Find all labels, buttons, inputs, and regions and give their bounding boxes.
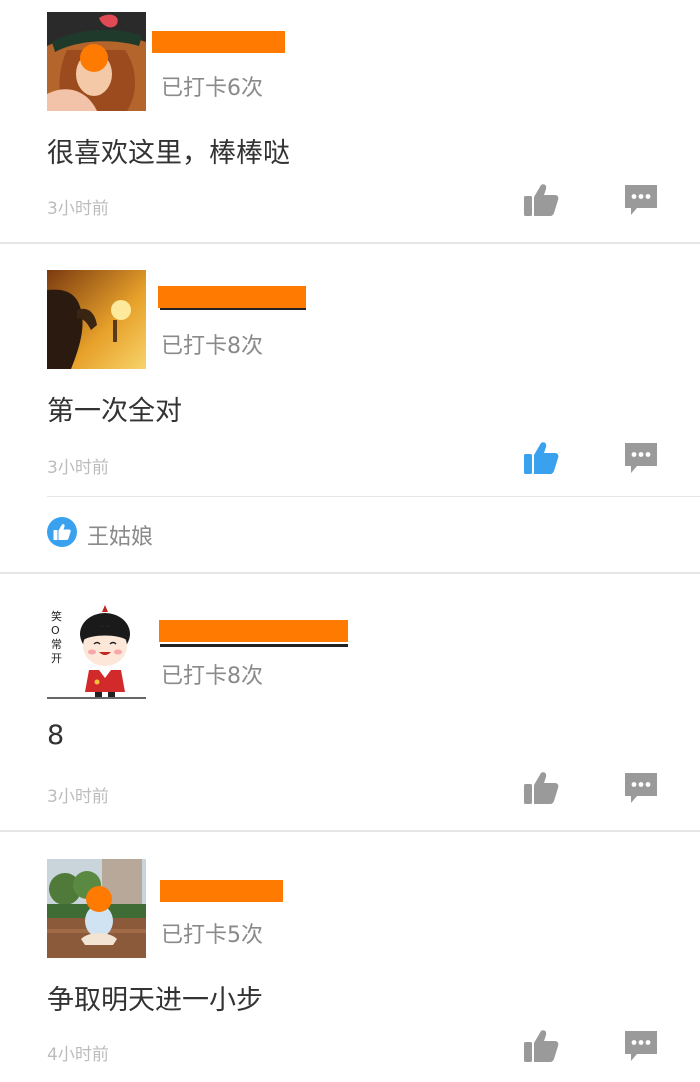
likes-divider [47,496,700,497]
svg-text:O: O [51,624,60,637]
post-1: 已打卡6次 很喜欢这里，棒棒哒 3小时前 [0,0,700,244]
thumbs-up-icon [524,772,559,804]
checkin-count: 已打卡5次 [161,923,263,948]
post-time: 3小时前 [47,199,109,219]
comment-bubble-icon [625,773,657,803]
svg-text:笑: 笑 [51,609,62,623]
comment-bubble-icon [625,185,657,215]
post-time: 3小时前 [47,787,109,807]
username-redacted[interactable] [152,31,285,53]
post-4: 已打卡5次 争取明天进一小步 4小时前 [0,832,700,1082]
thumbs-up-icon [524,442,559,474]
comment-button[interactable] [623,770,659,804]
post-time: 4小时前 [47,1045,109,1065]
post-3: 笑 O 常 开 已打卡8次 8 3小时前 [0,574,700,832]
avatar-child-field[interactable] [47,859,146,958]
thumbs-up-icon [524,1030,559,1062]
username-redacted[interactable] [160,880,283,902]
like-button[interactable] [523,183,559,217]
svg-text:开: 开 [51,652,62,665]
username-redacted[interactable] [159,620,348,642]
comment-bubble-icon [625,443,657,473]
avatar-girl-hat[interactable] [47,12,146,111]
post-content: 很喜欢这里，棒棒哒 [47,138,290,169]
comment-button[interactable] [623,182,659,216]
post-content: 第一次全对 [47,396,182,427]
checkin-count: 已打卡8次 [161,334,263,359]
post-2: 已打卡8次 第一次全对 3小时前 王姑娘 [0,244,700,574]
liked-badge-icon [47,517,77,547]
comment-button[interactable] [623,1028,659,1062]
checkin-count: 已打卡6次 [161,76,263,101]
checkin-count: 已打卡8次 [161,664,263,689]
post-time: 3小时前 [47,458,109,478]
like-button[interactable] [523,1029,559,1063]
liker-name[interactable]: 王姑娘 [87,519,153,551]
comment-bubble-icon [625,1031,657,1061]
comment-button[interactable] [623,440,659,474]
username-redacted[interactable] [158,286,306,308]
svg-text:常: 常 [51,638,62,651]
checkin-comment-feed: 已打卡6次 很喜欢这里，棒棒哒 3小时前 已打卡8次 第一次全对 3小时前 王姑… [0,0,700,1082]
like-button-active[interactable] [523,441,559,475]
post-content: 8 [47,720,65,751]
avatar-sunset-silhouette[interactable] [47,270,146,369]
like-button[interactable] [523,771,559,805]
post-content: 争取明天进一小步 [47,985,263,1016]
avatar-cartoon-kid[interactable]: 笑 O 常 开 [47,600,146,699]
thumbs-up-icon [524,184,559,216]
